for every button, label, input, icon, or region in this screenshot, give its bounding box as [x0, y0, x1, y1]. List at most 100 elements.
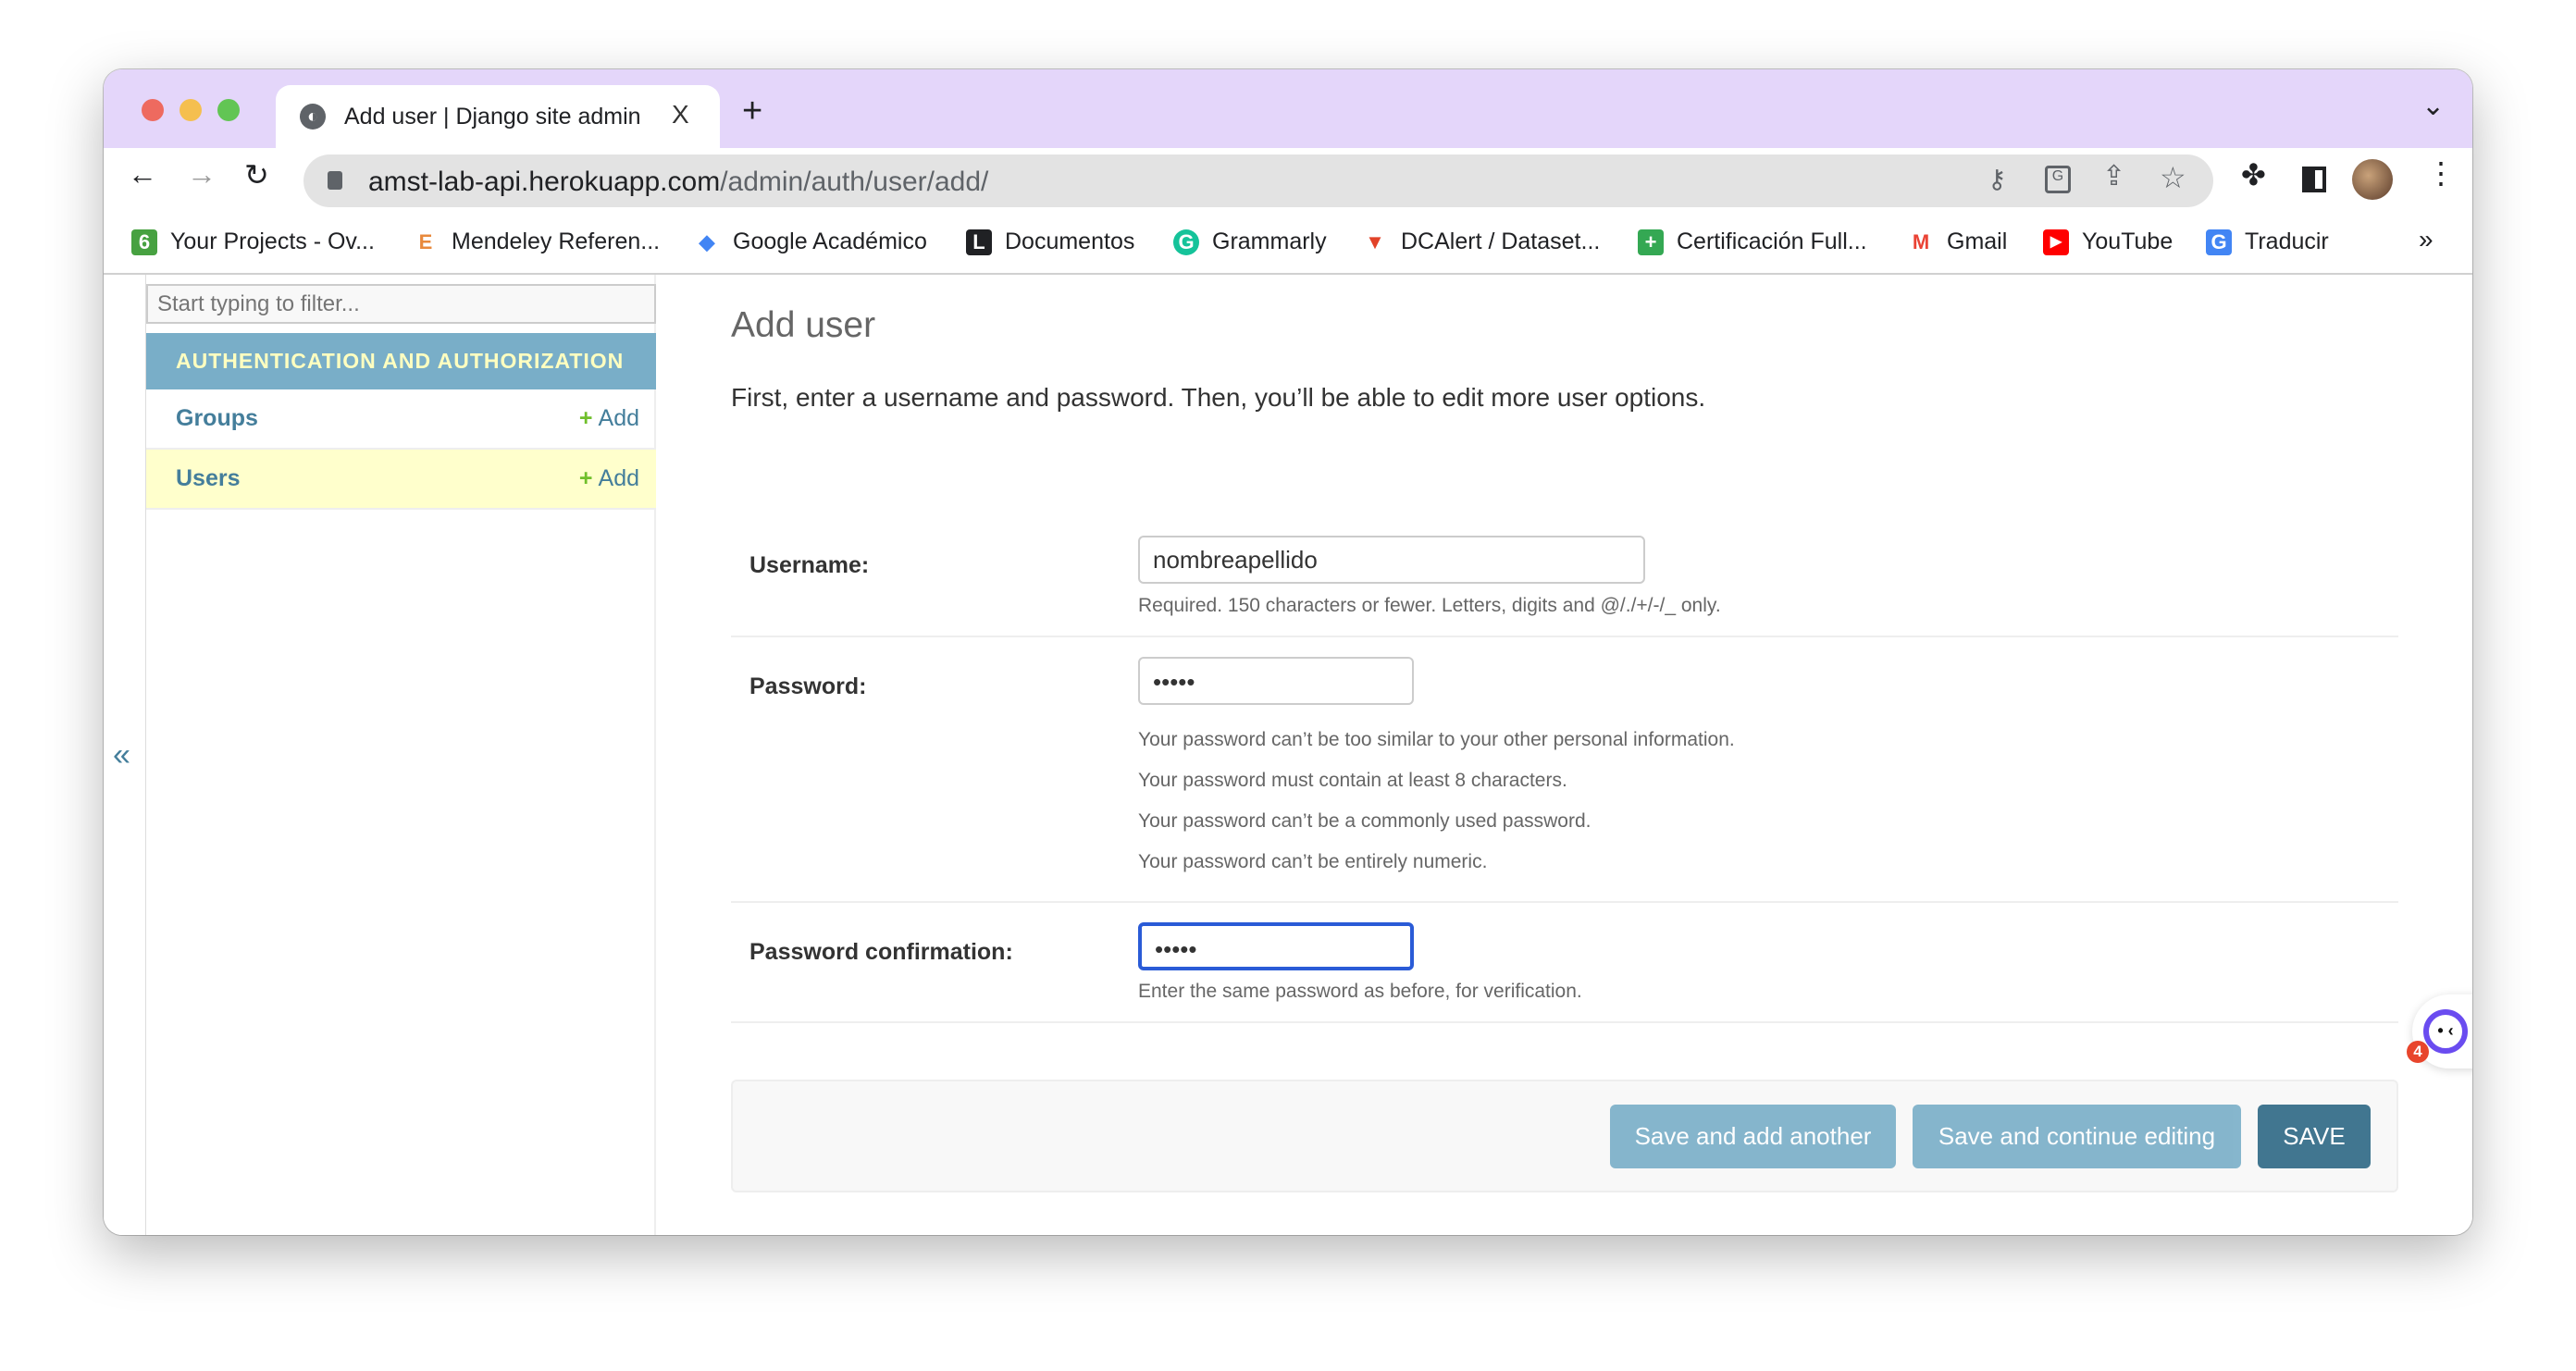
bookmark-item[interactable]: ▶ YouTube [2043, 228, 2173, 255]
close-window-button[interactable] [142, 99, 164, 121]
grammarly-icon: G [1173, 228, 1199, 255]
bookmark-item[interactable]: 6 Your Projects - Ov... [131, 228, 375, 255]
translate-icon: G [2206, 228, 2232, 255]
bookmark-item[interactable]: + Certificación Full... [1638, 228, 1867, 255]
reload-icon[interactable]: ↻ [244, 157, 269, 192]
minimize-window-button[interactable] [180, 99, 202, 121]
collapse-sidebar-icon[interactable]: « [113, 737, 130, 773]
password-help-4: Your password can’t be entirely numeric. [1138, 851, 1488, 872]
chatbot-face-icon: • ‹ [2423, 1009, 2468, 1054]
username-help: Required. 150 characters or fewer. Lette… [1138, 595, 1721, 616]
username-input[interactable] [1138, 536, 1645, 584]
extensions-puzzle-icon[interactable]: ✤ [2241, 157, 2266, 192]
divider [731, 636, 2398, 637]
bookmarks-bar: 6 Your Projects - Ov... E Mendeley Referen… [104, 210, 2472, 275]
more-bookmarks-button[interactable]: » [2419, 225, 2434, 254]
divider [731, 1021, 2398, 1023]
bookmark-label: Gmail [1947, 228, 2008, 254]
groups-link[interactable]: Groups [176, 405, 258, 431]
bookmark-item[interactable]: ▼ DCAlert / Dataset... [1362, 228, 1600, 255]
bookmark-label: Your Projects - Ov... [170, 228, 375, 254]
bookmark-label: Traducir [2245, 228, 2329, 254]
bookmark-label: Documentos [1005, 228, 1135, 254]
bookmark-item[interactable]: G Grammarly [1173, 228, 1327, 255]
password-help-3: Your password can’t be a commonly used p… [1138, 810, 1591, 832]
bookmark-item[interactable]: M Gmail [1908, 228, 2007, 255]
save-and-add-another-button[interactable]: Save and add another [1610, 1105, 1896, 1168]
password-input[interactable]: ••••• [1138, 657, 1414, 705]
sidebar-item-users[interactable]: Users + Add [146, 450, 656, 510]
maximize-window-button[interactable] [217, 99, 240, 121]
side-panel-icon[interactable] [2302, 167, 2326, 192]
bookmark-star-icon[interactable]: ☆ [2160, 160, 2186, 195]
plus-icon: + [578, 405, 593, 431]
back-icon[interactable]: ← [128, 157, 157, 191]
password-help-1: Your password can’t be too similar to yo… [1138, 729, 1735, 750]
page-title: Add user [731, 305, 876, 345]
share-icon[interactable]: ⇪ [2102, 160, 2125, 192]
bookmark-label: Certificación Full... [1677, 228, 1867, 254]
overleaf-icon: 6 [131, 228, 157, 255]
password-confirmation-input[interactable]: ••••• [1138, 922, 1414, 970]
kebab-menu-icon[interactable]: ⋮ [2426, 155, 2456, 191]
nav-sidebar-toggle[interactable]: « [104, 275, 146, 1235]
add-user-link[interactable]: + Add [579, 465, 639, 492]
bookmark-label: YouTube [2082, 228, 2174, 254]
lock-icon [328, 171, 342, 190]
module-header[interactable]: AUTHENTICATION AND AUTHORIZATION [146, 333, 656, 389]
username-label: Username: [749, 552, 870, 578]
tab-strip: ◐ Add user | Django site admin X + ⌄ [104, 69, 2472, 148]
tab-active[interactable]: ◐ Add user | Django site admin X [276, 85, 720, 148]
bookmark-item[interactable]: G Traducir [2206, 228, 2329, 255]
save-button[interactable]: SAVE [2258, 1105, 2371, 1168]
add-label: Add [598, 465, 639, 491]
key-icon[interactable]: ⚷ [1988, 164, 2007, 194]
password-confirmation-label: Password confirmation: [749, 939, 1013, 965]
divider [731, 901, 2398, 903]
bookmark-label: DCAlert / Dataset... [1401, 228, 1601, 254]
profile-avatar[interactable] [2352, 159, 2393, 200]
google-scholar-icon: ◆ [699, 229, 715, 253]
plus-icon: + [578, 465, 593, 491]
url-path: /admin/auth/user/add/ [720, 167, 989, 197]
submit-row: Save and add another Save and continue e… [731, 1080, 2398, 1192]
close-tab-icon[interactable]: X [672, 100, 689, 130]
notification-badge: 4 [2407, 1041, 2429, 1063]
intro-text: First, enter a username and password. Th… [731, 383, 1706, 412]
page-content: « AUTHENTICATION AND AUTHORIZATION Group… [104, 275, 2472, 1235]
url-text[interactable]: amst-lab-api.herokuapp.com/admin/auth/us… [368, 167, 988, 198]
new-tab-button[interactable]: + [742, 92, 762, 131]
password-help-2: Your password must contain at least 8 ch… [1138, 770, 1567, 791]
globe-icon: ◐ [300, 104, 326, 130]
chat-widget[interactable]: • ‹ 4 [2407, 994, 2472, 1068]
sheets-icon: + [1638, 228, 1664, 255]
add-label: Add [598, 405, 639, 431]
forward-icon[interactable]: → [187, 157, 217, 191]
users-link[interactable]: Users [176, 465, 241, 491]
password-confirmation-help: Enter the same password as before, for v… [1138, 981, 1582, 1002]
tab-search-chevron-icon[interactable]: ⌄ [2421, 90, 2445, 122]
bookmark-item[interactable]: L Documentos [966, 228, 1134, 255]
browser-toolbar: ← → ↻ amst-lab-api.herokuapp.com/admin/a… [104, 148, 2472, 210]
bookmark-item[interactable]: E Mendeley Referen... [413, 228, 660, 255]
bookmark-label: Mendeley Referen... [452, 228, 661, 254]
mendeley-icon: E [418, 229, 433, 253]
browser-window: ◐ Add user | Django site admin X + ⌄ ← →… [104, 69, 2472, 1235]
save-and-continue-button[interactable]: Save and continue editing [1913, 1105, 2241, 1168]
address-bar[interactable]: amst-lab-api.herokuapp.com/admin/auth/us… [303, 154, 2213, 207]
bookmark-label: Grammarly [1212, 228, 1327, 254]
add-group-link[interactable]: + Add [579, 405, 639, 432]
nav-filter-input[interactable] [146, 284, 656, 324]
gitlab-icon: ▼ [1365, 229, 1385, 253]
youtube-icon: ▶ [2043, 228, 2069, 255]
documentos-icon: L [966, 228, 992, 255]
sidebar-item-groups[interactable]: Groups + Add [146, 389, 656, 450]
bookmark-label: Google Académico [733, 228, 927, 254]
url-host: amst-lab-api.herokuapp.com [368, 167, 721, 197]
bookmark-item[interactable]: ◆ Google Académico [694, 228, 927, 255]
password-label: Password: [749, 673, 867, 699]
translate-page-icon[interactable]: G [2045, 166, 2071, 193]
tab-title: Add user | Django site admin [344, 104, 641, 130]
gmail-icon: M [1912, 229, 1930, 253]
nav-sidebar: AUTHENTICATION AND AUTHORIZATION Groups … [146, 275, 656, 1235]
